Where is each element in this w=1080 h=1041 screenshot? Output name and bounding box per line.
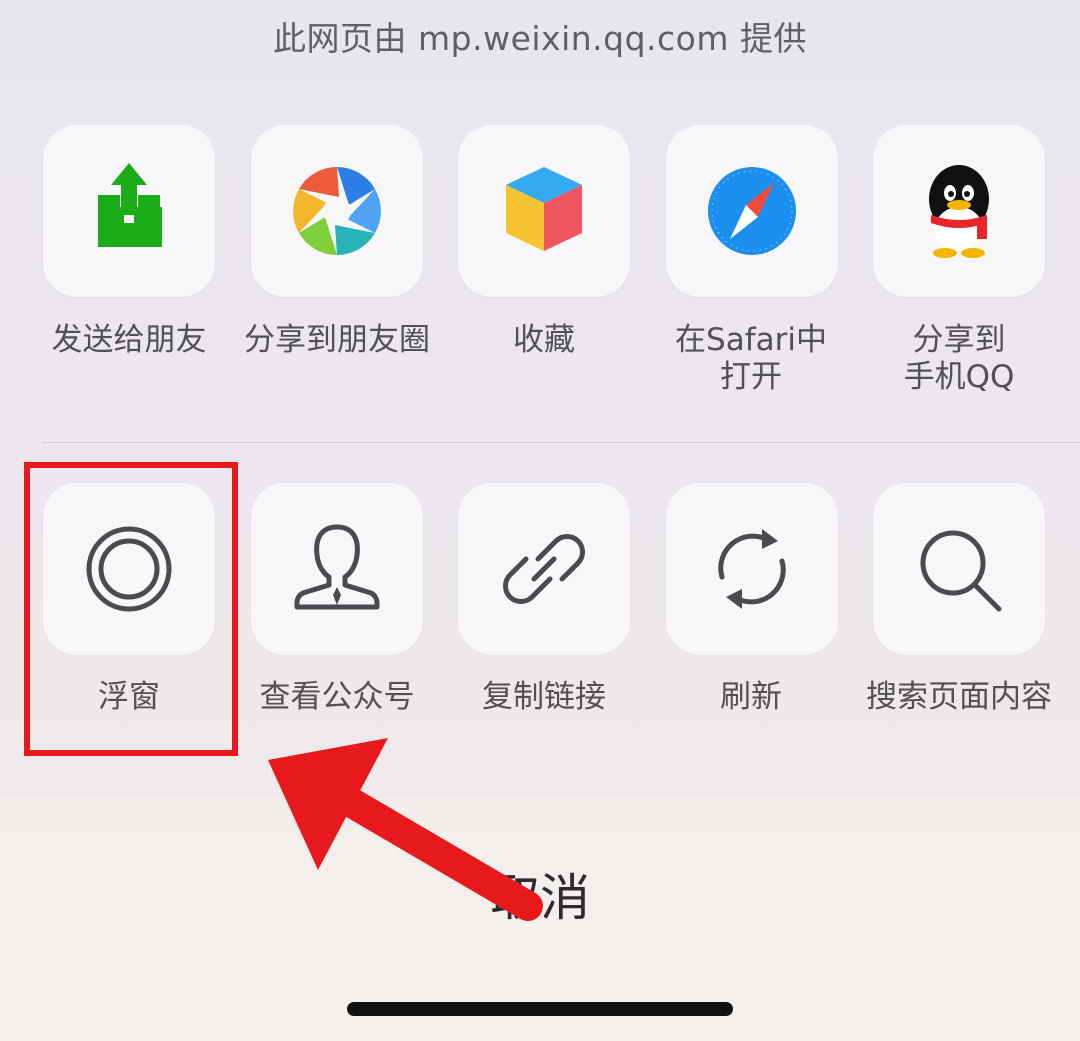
refresh-icon (718, 529, 786, 609)
official-account-icon (294, 524, 380, 610)
share-label-favorites: 收藏 (513, 322, 575, 358)
moments-button[interactable] (251, 125, 423, 297)
share-label-send: 发送给朋友 (51, 322, 207, 358)
action-label-refresh: 刷新 (720, 679, 782, 715)
provider-text: 此网页由 mp.weixin.qq.com 提供 (273, 19, 807, 58)
share-label-qq: 分享到 手机QQ (903, 322, 1015, 395)
row-divider (42, 442, 1080, 443)
cancel-label: 取消 (490, 869, 590, 927)
safari-compass-icon (708, 167, 796, 255)
action-label-copy-link: 复制链接 (482, 679, 606, 715)
open-in-safari-button[interactable] (666, 125, 838, 297)
favorites-cube-icon (506, 167, 582, 251)
favorites-button[interactable] (458, 125, 630, 297)
send-to-friend-button[interactable] (43, 125, 215, 297)
home-indicator (347, 1002, 733, 1016)
search-page-button[interactable] (873, 483, 1045, 655)
search-icon (920, 530, 1002, 612)
copy-link-button[interactable] (458, 483, 630, 655)
action-label-official-account: 查看公众号 (259, 679, 415, 715)
send-to-friend-icon (98, 163, 162, 247)
view-official-account-button[interactable] (251, 483, 423, 655)
action-label-search: 搜索页面内容 (866, 679, 1052, 715)
share-label-safari: 在Safari中 打开 (675, 322, 827, 395)
qq-penguin-icon (929, 165, 989, 258)
link-icon (503, 534, 585, 604)
highlight-box (24, 462, 238, 756)
share-to-qq-button[interactable] (873, 125, 1045, 297)
moments-aperture-icon (293, 167, 381, 255)
share-label-moments: 分享到朋友圈 (244, 322, 430, 358)
refresh-button[interactable] (666, 483, 838, 655)
